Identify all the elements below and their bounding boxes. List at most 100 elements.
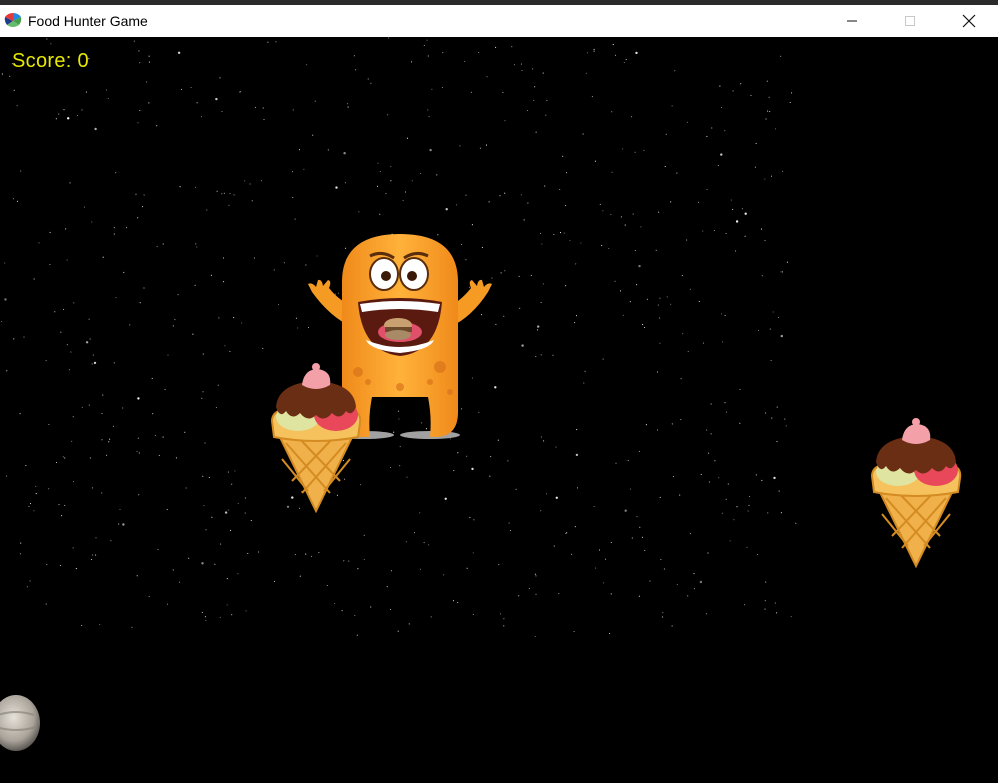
- star: [594, 160, 596, 162]
- star: [611, 171, 613, 173]
- star: [575, 263, 577, 265]
- star: [680, 378, 682, 380]
- star: [776, 406, 778, 408]
- star: [748, 504, 750, 506]
- star: [347, 103, 349, 105]
- star: [54, 311, 56, 313]
- star: [406, 137, 409, 139]
- star: [427, 109, 429, 111]
- star: [527, 202, 529, 204]
- star: [188, 557, 190, 559]
- star: [687, 350, 689, 353]
- star: [670, 303, 672, 305]
- star: [574, 526, 576, 528]
- star: [499, 195, 501, 197]
- star: [367, 78, 369, 80]
- star: [65, 228, 67, 230]
- title-bar[interactable]: Food Hunter Game: [0, 5, 998, 37]
- star: [533, 99, 535, 101]
- star: [679, 494, 681, 496]
- star: [358, 211, 360, 213]
- star: [139, 109, 141, 112]
- star: [472, 552, 474, 554]
- star: [75, 568, 77, 570]
- star: [387, 114, 389, 116]
- star: [101, 439, 103, 441]
- star: [604, 558, 607, 560]
- star: [732, 208, 734, 211]
- star: [470, 91, 472, 93]
- star: [63, 109, 65, 111]
- close-button[interactable]: [940, 5, 998, 37]
- star: [513, 64, 516, 66]
- star: [674, 70, 676, 72]
- star: [534, 573, 536, 575]
- star: [356, 634, 358, 636]
- star: [656, 371, 659, 373]
- star: [658, 211, 660, 213]
- star: [656, 429, 659, 431]
- star: [35, 485, 37, 487]
- star: [389, 467, 392, 469]
- star: [498, 564, 500, 566]
- star: [576, 429, 578, 431]
- star: [769, 328, 771, 330]
- star: [520, 63, 523, 65]
- minimize-button[interactable]: [823, 5, 881, 37]
- star: [521, 344, 524, 347]
- star: [192, 333, 194, 335]
- game-canvas[interactable]: Score: 0: [0, 37, 998, 783]
- star: [582, 133, 584, 135]
- star: [502, 91, 504, 94]
- star: [727, 483, 729, 485]
- star: [689, 288, 691, 290]
- star: [541, 243, 543, 245]
- star: [413, 532, 416, 534]
- star: [706, 188, 708, 190]
- star: [166, 603, 169, 605]
- star: [780, 271, 782, 273]
- star: [49, 231, 51, 233]
- star: [659, 317, 661, 319]
- star: [767, 110, 769, 112]
- star: [190, 87, 192, 89]
- star: [157, 549, 159, 551]
- star: [720, 107, 723, 109]
- star: [743, 604, 746, 606]
- maximize-button[interactable]: [881, 5, 939, 37]
- star: [638, 450, 640, 452]
- star: [167, 354, 169, 356]
- star: [580, 242, 582, 244]
- star: [226, 578, 228, 580]
- star: [760, 228, 763, 230]
- star: [713, 229, 715, 232]
- star: [202, 353, 204, 355]
- star: [599, 203, 601, 205]
- star: [766, 80, 768, 82]
- star: [532, 68, 534, 70]
- star: [593, 506, 595, 508]
- star: [291, 171, 294, 173]
- star: [55, 118, 57, 120]
- star: [376, 185, 379, 187]
- star: [55, 461, 58, 464]
- star: [705, 613, 707, 615]
- star: [471, 467, 474, 471]
- star: [610, 593, 612, 595]
- star: [755, 474, 757, 476]
- star: [215, 406, 217, 409]
- star: [641, 536, 643, 538]
- star: [565, 532, 567, 535]
- star: [262, 107, 264, 109]
- star: [545, 114, 547, 116]
- star: [106, 454, 108, 456]
- star: [72, 416, 74, 418]
- star: [537, 325, 540, 328]
- close-icon: [962, 14, 976, 28]
- star: [706, 429, 708, 431]
- star: [747, 510, 749, 512]
- star: [595, 567, 597, 569]
- star: [609, 633, 611, 635]
- star: [544, 185, 546, 187]
- star: [196, 102, 198, 104]
